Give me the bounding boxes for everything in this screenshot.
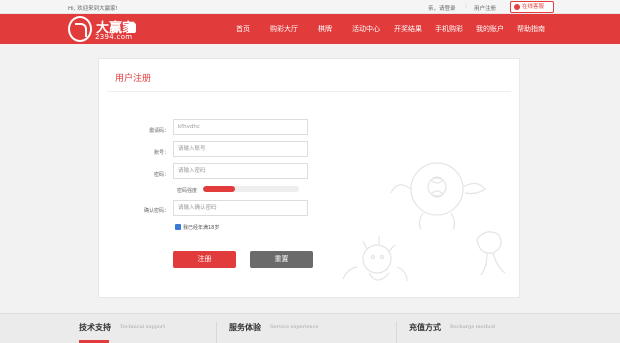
password-strength-fill: [203, 186, 235, 192]
age-agreement-checkbox[interactable]: [175, 224, 181, 230]
brand-logo-icon: [68, 16, 92, 42]
account-input[interactable]: 请输入账号: [173, 141, 308, 157]
footer-recharge-sub: Recharge method: [450, 324, 496, 330]
password-label: 密码：: [153, 172, 169, 178]
title-divider: [107, 91, 511, 92]
register-link[interactable]: 用户注册: [474, 4, 496, 12]
eight-ball-mascot-icon: [342, 162, 506, 282]
footer-divider: [216, 322, 217, 343]
nav-chess-cards[interactable]: 棋牌: [318, 14, 332, 44]
online-service-button[interactable]: 在线客服: [510, 1, 554, 13]
password-input[interactable]: 请输入密码: [173, 163, 308, 179]
brand-badge-icon: [128, 23, 136, 33]
site-logo[interactable]: 大赢家 2394.com: [68, 14, 136, 44]
password-strength-meter: [203, 186, 299, 192]
confirm-password-input[interactable]: 请输入确认密码: [173, 200, 308, 216]
nav-activity-center[interactable]: 活动中心: [352, 14, 380, 44]
nav-lottery-hall[interactable]: 购彩大厅: [270, 14, 298, 44]
age-agreement-label: 我已经年满18岁: [183, 225, 220, 231]
main-header: 大赢家 2394.com 首页 购彩大厅 棋牌 活动中心 开奖结果 手机购彩 我…: [0, 14, 620, 44]
online-service-label: 在线客服: [522, 4, 545, 10]
invite-code-label: 邀请码：: [148, 128, 169, 134]
topbar-separator: |: [465, 3, 467, 9]
footer-recharge-title: 充值方式: [409, 323, 441, 332]
footer-divider: [396, 322, 397, 343]
nav-mobile-lottery[interactable]: 手机购彩: [435, 14, 463, 44]
footer-service-title: 服务体验: [229, 323, 261, 332]
page-title: 用户注册: [115, 74, 152, 84]
reset-button[interactable]: 重置: [250, 251, 313, 268]
nav-draw-results[interactable]: 开奖结果: [394, 14, 422, 44]
footer: 技术支持 Technical support 服务体验 Service expe…: [0, 313, 620, 343]
invite-code-field[interactable]: kfhvdhc: [173, 119, 308, 135]
top-bar: Hi, 欢迎来到大赢家! 亲，请登录 | 用户注册 在线客服: [0, 0, 620, 14]
footer-service-sub: Service experience: [270, 324, 319, 330]
nav-home[interactable]: 首页: [236, 14, 250, 44]
brand-domain: 2394.com: [95, 33, 133, 41]
register-button[interactable]: 注册: [173, 251, 236, 268]
account-label: 账号：: [153, 150, 169, 156]
nav-help-guide[interactable]: 帮助指南: [517, 14, 545, 44]
register-panel: 用户注册 邀请码： kfhvdhc 账号： 请输入账号 密码： 请输入密码 密码…: [98, 58, 520, 298]
footer-tech-support-title: 技术支持: [79, 323, 111, 332]
password-strength-label: 密码强度: [176, 188, 197, 194]
confirm-password-label: 确认密码：: [143, 208, 169, 214]
login-link[interactable]: 亲，请登录: [428, 4, 456, 12]
welcome-text: Hi, 欢迎来到大赢家!: [68, 6, 118, 12]
footer-tech-support-sub: Technical support: [120, 324, 166, 330]
nav-my-account[interactable]: 我的账户: [476, 14, 504, 44]
chat-bubble-icon: [514, 4, 520, 10]
